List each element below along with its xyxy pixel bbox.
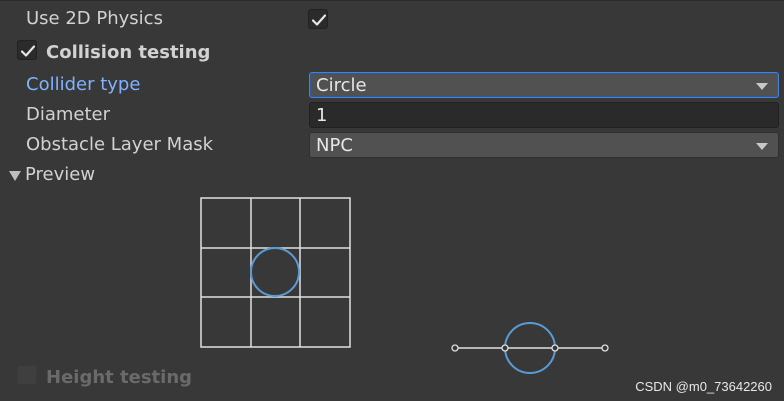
preview-handle bbox=[551, 344, 559, 352]
preview-handle bbox=[601, 344, 609, 352]
watermark: CSDN @m0_73642260 bbox=[635, 379, 772, 394]
height-testing-label: Height testing bbox=[46, 367, 193, 388]
preview-canvas bbox=[200, 197, 609, 374]
preview-top-circle bbox=[250, 247, 300, 297]
preview-handle bbox=[501, 344, 509, 352]
preview-side-view bbox=[451, 322, 609, 374]
height-testing-checkbox bbox=[17, 365, 37, 385]
preview-grid bbox=[200, 197, 351, 348]
preview-handle bbox=[451, 344, 459, 352]
